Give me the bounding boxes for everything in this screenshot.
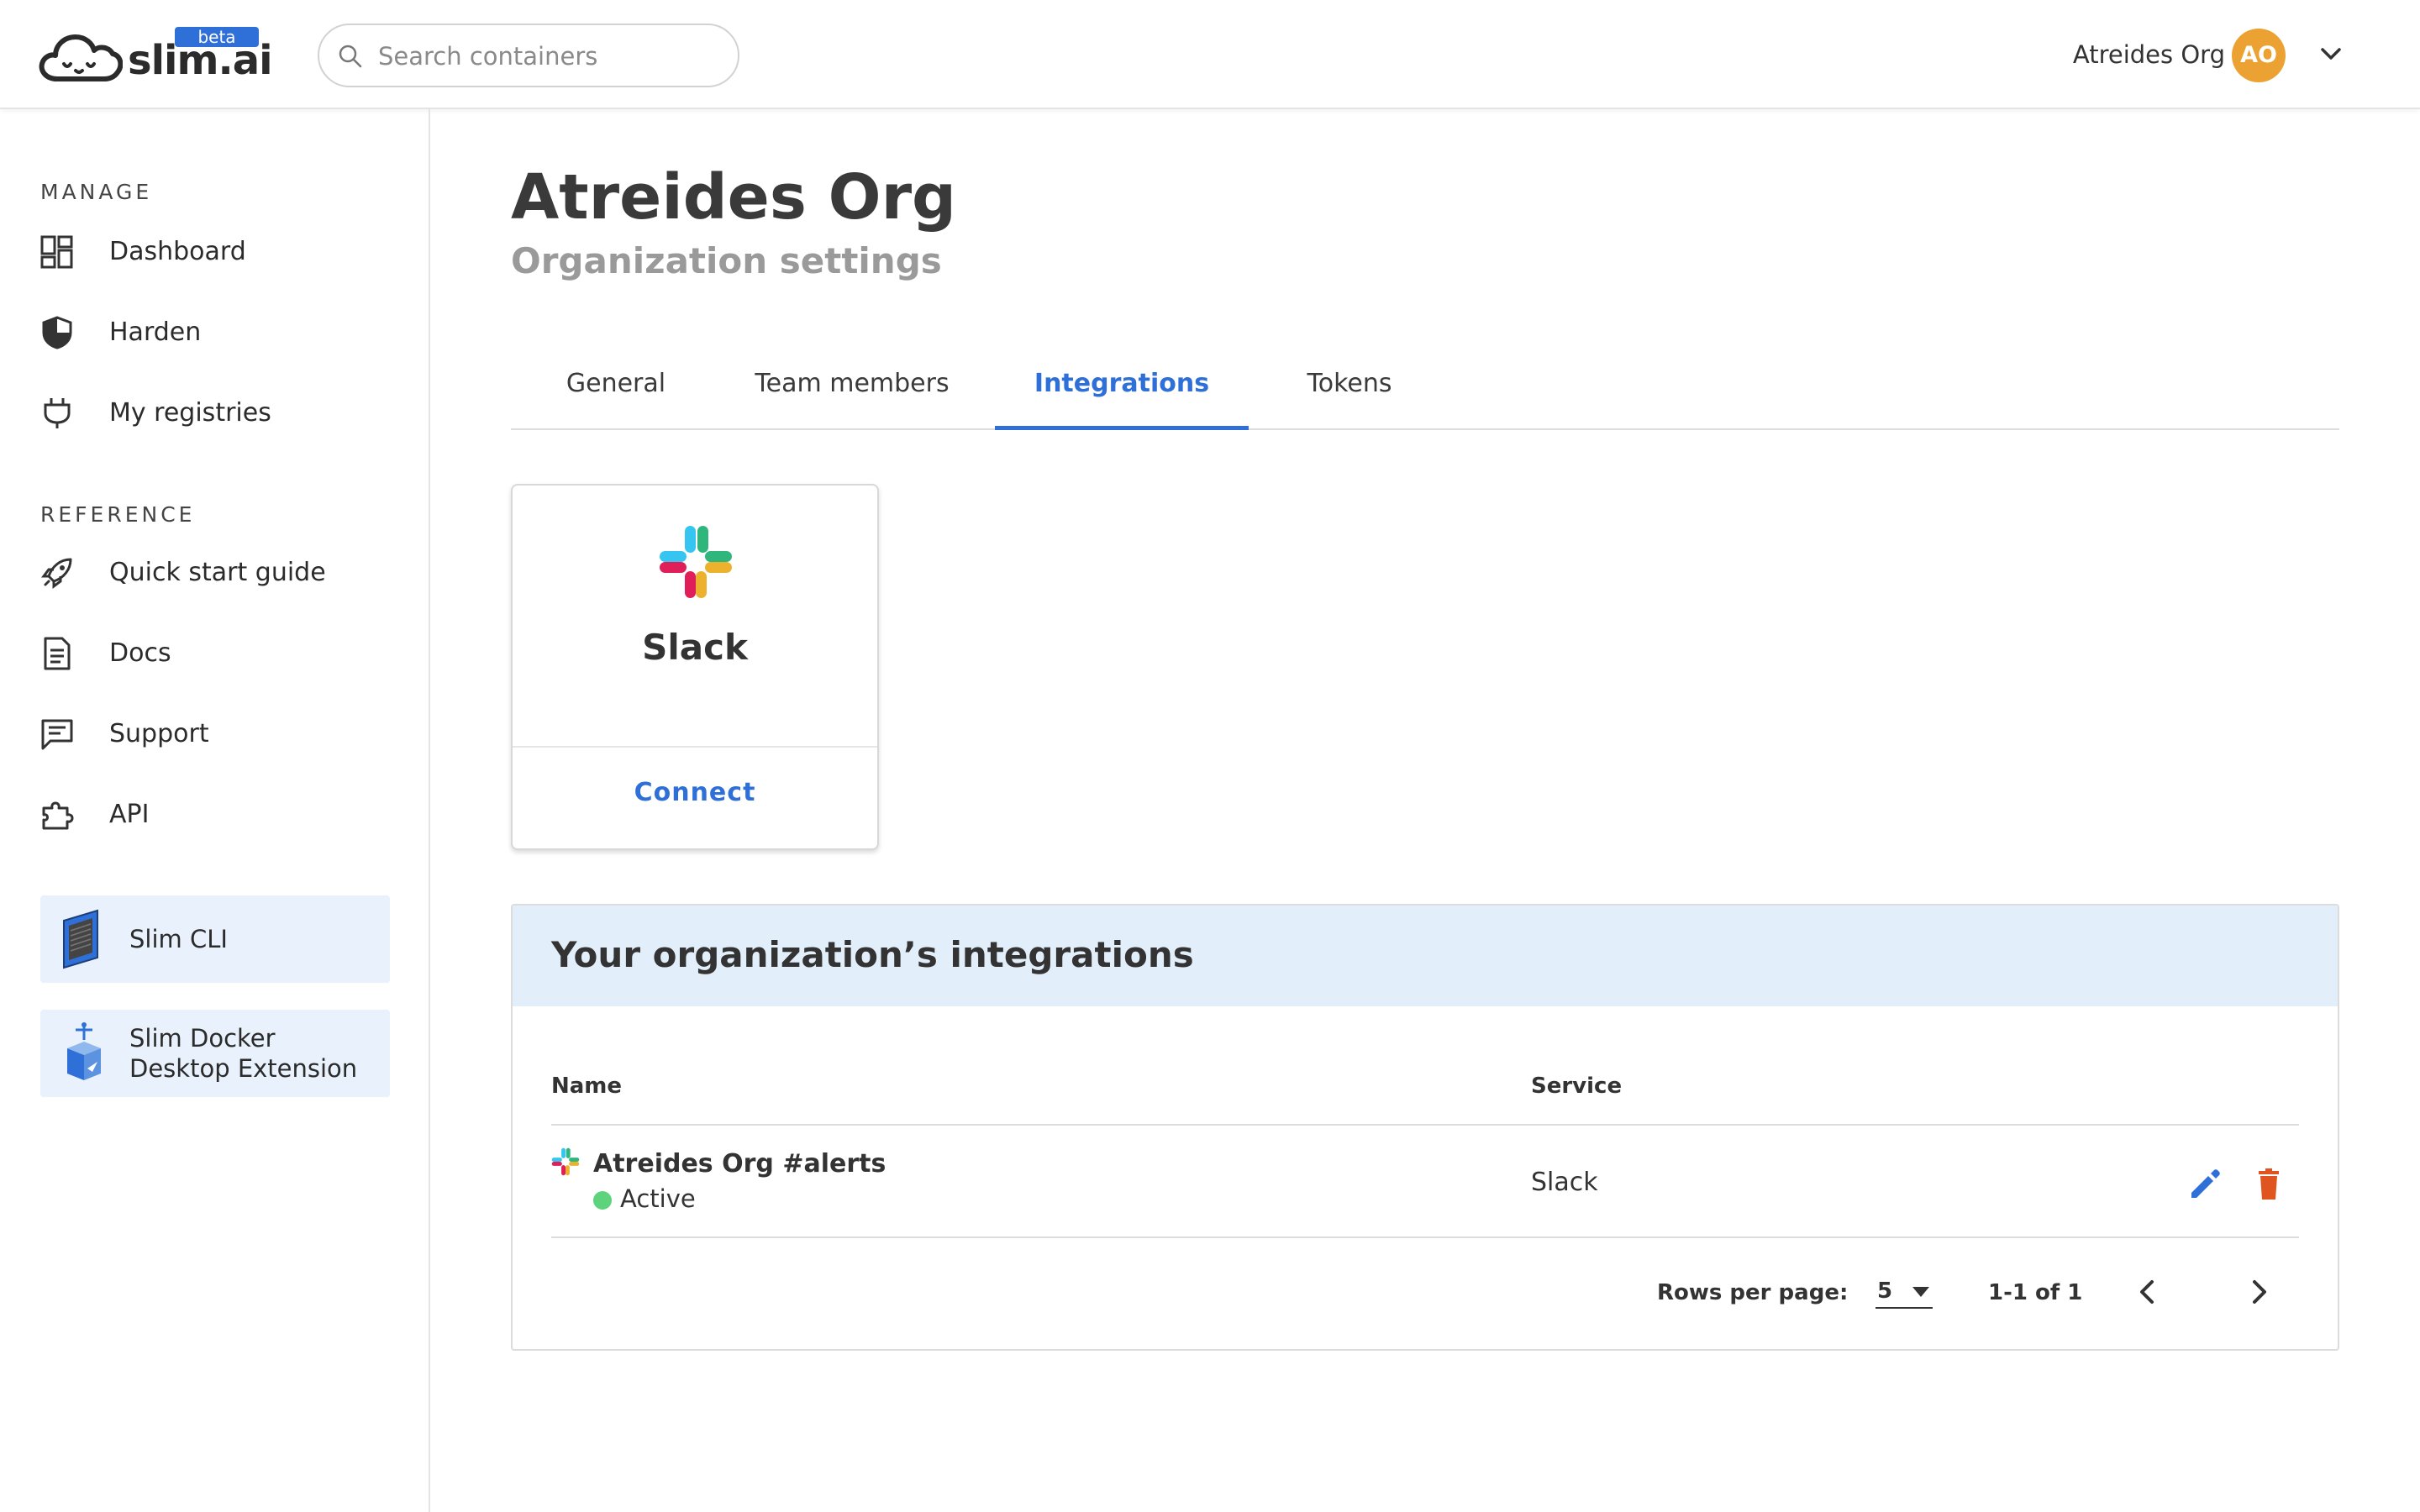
slack-integration-card: Slack Connect	[511, 484, 879, 850]
org-name: Atreides Org	[2072, 40, 2225, 69]
slim-cli-label: Slim CLI	[129, 925, 228, 953]
cloud-logo-icon	[39, 34, 123, 81]
tab-general[interactable]: General	[544, 353, 687, 430]
integration-card-name: Slack	[642, 627, 748, 668]
slim-cli-promo[interactable]: Slim CLI	[40, 895, 390, 983]
docker-extension-icon	[67, 1022, 101, 1080]
tab-team-members[interactable]: Team members	[733, 353, 971, 430]
slack-logo-icon	[551, 1147, 580, 1176]
trash-icon	[2259, 1168, 2279, 1200]
sidebar-item-label: Docs	[109, 638, 171, 668]
docker-extension-label-line1: Slim Docker	[129, 1024, 276, 1053]
caret-down-icon	[1912, 1287, 1929, 1297]
chevron-right-icon	[2253, 1280, 2266, 1304]
document-icon	[44, 637, 71, 670]
search-icon	[339, 45, 362, 68]
sidebar-item-docs[interactable]: Docs	[40, 628, 393, 679]
integrations-panel-title: Your organization’s integrations	[551, 934, 1194, 975]
rows-per-page-value: 5	[1877, 1278, 1893, 1304]
page-subtitle: Organization settings	[511, 240, 942, 281]
page-title: Atreides Org	[511, 161, 957, 234]
column-header-name: Name	[551, 1074, 623, 1099]
sidebar-item-label: Harden	[109, 318, 202, 347]
plug-icon	[44, 398, 71, 428]
reference-section-label: REFERENCE	[40, 502, 196, 527]
chat-icon	[41, 719, 73, 750]
sidebar-item-quick-start-guide[interactable]: Quick start guide	[40, 548, 393, 598]
pencil-icon	[2191, 1169, 2220, 1198]
top-bar: slim.ai beta Search containers Atreides …	[0, 0, 2420, 109]
integration-status: Active	[620, 1184, 696, 1213]
sidebar-item-label: Support	[109, 719, 209, 748]
sidebar-item-api[interactable]: API	[40, 790, 393, 840]
table-row-divider	[551, 1236, 2299, 1238]
active-status-dot	[593, 1191, 612, 1210]
sidebar: MANAGE Dashboard Harden My registries RE…	[0, 109, 430, 1512]
integrations-panel: Your organization’s integrations Name Se…	[511, 904, 2339, 1351]
puzzle-icon	[42, 801, 74, 830]
tab-integrations[interactable]: Integrations	[995, 353, 1249, 430]
avatar: AO	[2232, 29, 2286, 82]
docker-extension-promo[interactable]: Slim Docker Desktop Extension	[40, 1010, 390, 1097]
sidebar-item-label: API	[109, 800, 150, 829]
settings-tabs: General Team members Integrations Tokens	[511, 353, 2339, 430]
rows-per-page-label: Rows per page:	[1657, 1280, 1849, 1305]
integration-service: Slack	[1531, 1168, 1598, 1197]
slack-logo-icon	[660, 526, 732, 598]
edit-button[interactable]	[2186, 1166, 2223, 1203]
beta-badge: beta	[175, 27, 259, 47]
sidebar-item-dashboard[interactable]: Dashboard	[40, 227, 393, 277]
sidebar-item-label: My registries	[109, 398, 271, 428]
tab-tokens[interactable]: Tokens	[1276, 353, 1423, 430]
search-input[interactable]: Search containers	[318, 24, 739, 87]
shield-icon	[42, 316, 72, 349]
chevron-down-icon[interactable]	[2319, 42, 2343, 66]
connect-button[interactable]: Connect	[513, 778, 877, 807]
sidebar-item-harden[interactable]: Harden	[40, 307, 393, 358]
delete-button[interactable]	[2250, 1166, 2287, 1203]
sidebar-item-my-registries[interactable]: My registries	[40, 388, 393, 438]
next-page-button[interactable]	[2240, 1273, 2277, 1310]
sidebar-item-label: Quick start guide	[109, 558, 326, 587]
previous-page-button[interactable]	[2129, 1273, 2166, 1310]
search-placeholder: Search containers	[378, 42, 598, 71]
integrations-panel-header: Your organization’s integrations	[513, 906, 2338, 1006]
docker-extension-label-line2: Desktop Extension	[129, 1054, 358, 1083]
rocket-icon	[41, 558, 72, 589]
manage-section-label: MANAGE	[40, 180, 153, 204]
sidebar-item-support[interactable]: Support	[40, 709, 393, 759]
integration-name: Atreides Org #alerts	[593, 1149, 886, 1179]
dashboard-icon	[40, 235, 73, 269]
rows-per-page-select[interactable]: 5	[1876, 1275, 1933, 1309]
column-header-service: Service	[1531, 1074, 1623, 1099]
slim-logo[interactable]: slim.ai beta	[39, 25, 273, 89]
org-switcher[interactable]: Atreides Org AO	[2033, 27, 2370, 82]
terminal-icon	[63, 909, 98, 969]
table-header-divider	[551, 1124, 2299, 1126]
sidebar-item-label: Dashboard	[109, 237, 246, 266]
pagination-range: 1-1 of 1	[1988, 1280, 2083, 1305]
card-divider	[513, 746, 877, 748]
chevron-left-icon	[2140, 1280, 2154, 1304]
